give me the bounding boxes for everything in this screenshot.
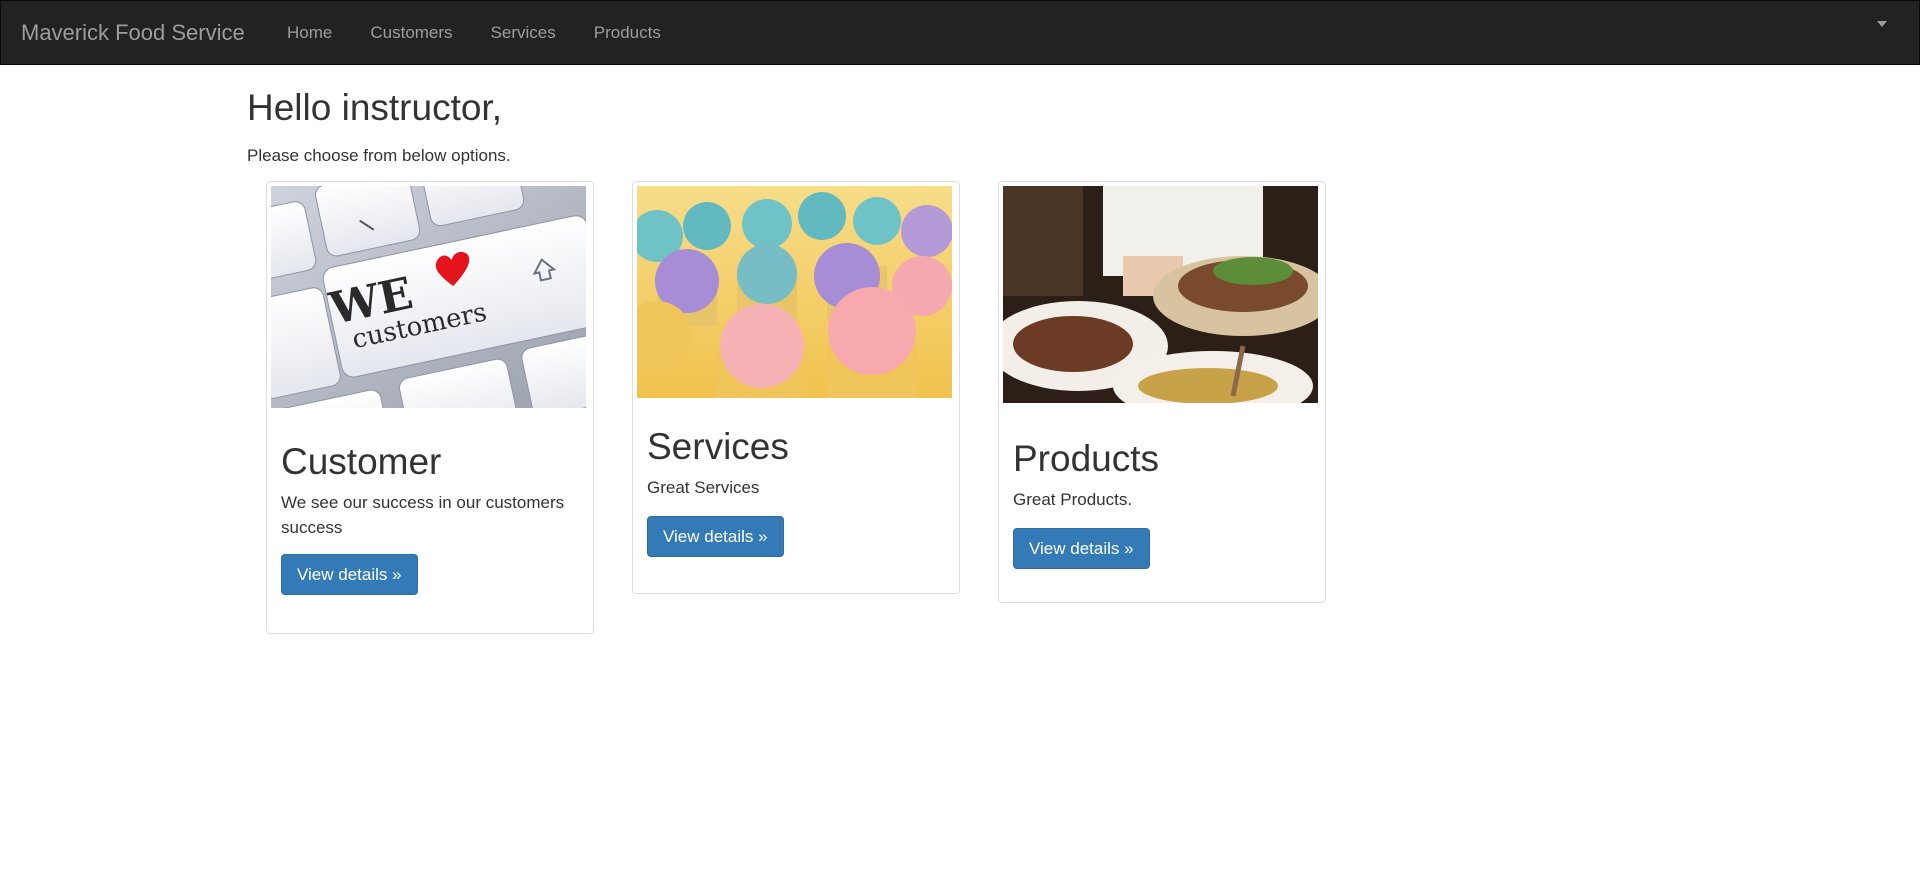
products-image [1003,186,1318,403]
card-description: Great Products. [1013,490,1133,509]
customer-card: WE customers Customer We see our success… [266,181,594,634]
nav-item-products[interactable]: Products [575,1,680,64]
products-card-body: Products Great Products. View details » [1003,437,1321,569]
nav-item-services[interactable]: Services [472,1,575,64]
nav-item-customers[interactable]: Customers [351,1,471,64]
view-details-button[interactable]: View details » [647,516,784,557]
page-subtitle: Please choose from below options. [247,146,511,165]
view-details-button[interactable]: View details » [1013,528,1150,569]
caret-down-icon[interactable] [1877,21,1887,27]
nav-links: Home Customers Services Products [268,1,680,64]
nav-item-home[interactable]: Home [268,1,351,64]
card-description: We see our success in our customers succ… [281,493,565,537]
card-title: Customer [281,441,442,482]
services-image [637,186,952,398]
customer-image: WE customers [271,186,586,408]
card-title: Products [1013,438,1160,479]
page-title: Hello instructor, [247,87,502,128]
customer-card-body: Customer We see our success in our custo… [271,440,589,595]
card-description: Great Services [647,478,760,497]
top-navbar: Maverick Food Service Home Customers Ser… [0,0,1920,65]
services-card-body: Services Great Services View details » [637,425,955,557]
products-card: Products Great Products. View details » [998,181,1326,603]
view-details-button[interactable]: View details » [281,554,418,595]
services-card: Services Great Services View details » [632,181,960,594]
brand-link[interactable]: Maverick Food Service [21,1,245,64]
card-title: Services [647,426,789,467]
